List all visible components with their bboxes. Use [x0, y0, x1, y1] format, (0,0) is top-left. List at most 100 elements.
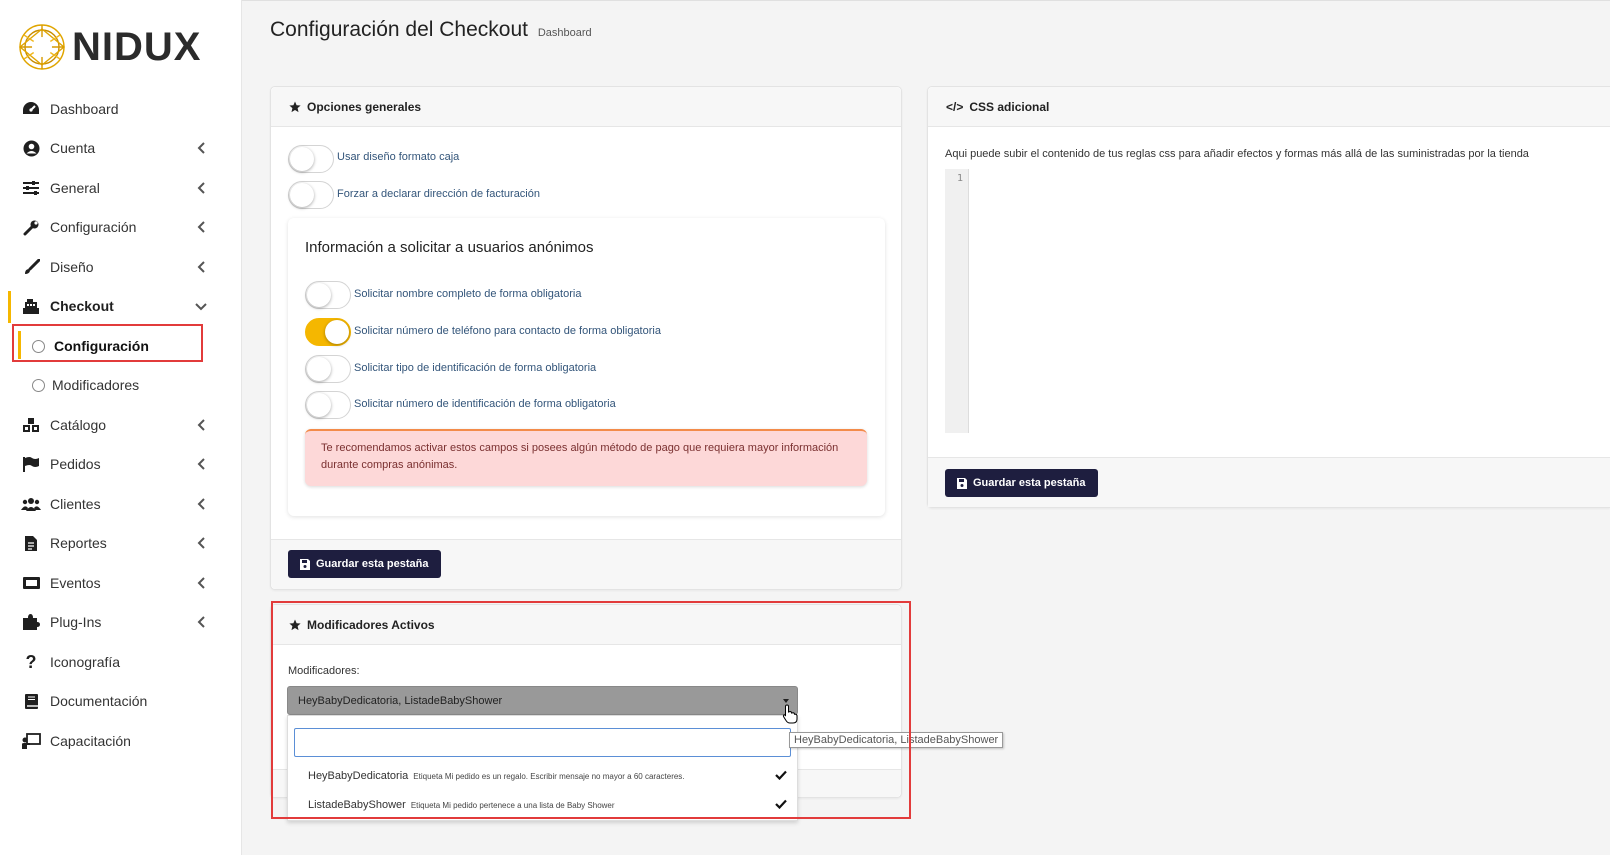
breadcrumb[interactable]: Dashboard: [538, 27, 592, 39]
wrench-icon: [21, 217, 41, 237]
toggle-knob: [307, 393, 331, 417]
css-code-editor[interactable]: 1: [945, 169, 1605, 433]
sidebar-item-label: Capacitación: [50, 733, 131, 749]
card-title: CSS adicional: [969, 99, 1050, 114]
sidebar-item-label: Dashboard: [50, 101, 119, 117]
chevron-left-icon: [197, 458, 205, 470]
line-number: 1: [956, 173, 963, 184]
brand-name: NIDUX: [72, 24, 202, 69]
floppy-disk-icon: [957, 477, 967, 489]
chevron-left-icon: [197, 537, 205, 549]
sidebar-item-label: Configuración: [50, 219, 137, 235]
chevron-left-icon: [197, 498, 205, 510]
sidebar-subitem-modificadores[interactable]: Modificadores: [0, 370, 242, 400]
sidebar-item-plugins[interactable]: Plug-Ins: [0, 607, 242, 637]
toggle-require-id-number[interactable]: [305, 391, 351, 419]
sidebar-item-label: Clientes: [50, 496, 101, 512]
sidebar-item-label: Cuenta: [50, 140, 96, 156]
sidebar-item-label: Diseño: [50, 259, 94, 275]
sliders-icon: [21, 178, 41, 198]
sidebar-item-diseno[interactable]: Diseño: [0, 252, 242, 282]
chevron-left-icon: [197, 577, 205, 589]
sidebar-item-label: Eventos: [50, 575, 101, 591]
sidebar-item-reportes[interactable]: Reportes: [0, 528, 242, 558]
toggle-billing-address[interactable]: [288, 181, 334, 209]
book-icon: [21, 691, 41, 711]
sidebar-item-iconografia[interactable]: ? Iconografía: [0, 647, 242, 677]
circle-icon: [32, 378, 45, 392]
sidebar-item-clientes[interactable]: Clientes: [0, 489, 242, 519]
line-gutter: 1: [945, 169, 969, 433]
chevron-left-icon: [197, 221, 205, 233]
toggle-box-layout[interactable]: [288, 145, 334, 173]
sidebar-item-label: Iconografía: [50, 654, 121, 670]
panel-title: Información a solicitar a usuarios anóni…: [305, 239, 594, 256]
question-icon: ?: [25, 651, 37, 672]
card-footer: Guardar esta pestaña: [928, 457, 1610, 507]
toggle-require-id-type[interactable]: [305, 355, 351, 383]
toggle-knob: [307, 283, 331, 307]
chevron-left-icon: [197, 142, 205, 154]
sidebar-item-label: Catálogo: [50, 417, 107, 433]
cash-register-icon: [21, 296, 41, 316]
user-circle-icon: [21, 138, 41, 158]
save-css-button[interactable]: Guardar esta pestaña: [945, 469, 1098, 497]
css-card: </> CSS adicional Aqui puede subir el co…: [927, 86, 1610, 508]
save-general-button[interactable]: Guardar esta pestaña: [288, 550, 441, 578]
toggle-knob: [307, 357, 331, 381]
nidux-logo-mark-icon: [18, 24, 66, 70]
sidebar-subitem-label: Modificadores: [52, 377, 140, 393]
puzzle-icon: [21, 612, 41, 632]
css-description: Aqui puede subir el contenido de tus reg…: [945, 148, 1529, 160]
flag-icon: [21, 454, 41, 474]
chevron-left-icon: [197, 419, 205, 431]
sidebar-item-eventos[interactable]: Eventos: [0, 568, 242, 598]
page-title: Configuración del Checkout Dashboard: [270, 18, 592, 42]
recommendation-alert: Te recomendamos activar estos campos si …: [305, 429, 867, 486]
dashboard-gauge-icon: [21, 99, 41, 119]
sidebar: NIDUX Dashboard Cuenta General Configura…: [0, 0, 242, 855]
sidebar-item-general[interactable]: General: [0, 173, 242, 203]
highlight-box-configuracion: [12, 324, 203, 362]
anonymous-users-panel: Información a solicitar a usuarios anóni…: [288, 218, 885, 516]
toggle-knob: [290, 183, 314, 207]
chevron-left-icon: [197, 261, 205, 273]
sidebar-item-label: Reportes: [50, 535, 107, 551]
users-icon: [21, 494, 41, 514]
sidebar-item-documentacion[interactable]: Documentación: [0, 686, 242, 716]
code-icon: </>: [946, 99, 964, 114]
chalkboard-icon: [21, 731, 41, 751]
nidux-logo[interactable]: NIDUX: [16, 22, 201, 72]
card-header: </> CSS adicional: [928, 87, 1610, 127]
sidebar-item-label: General: [50, 180, 100, 196]
toggle-label: Solicitar número de teléfono para contac…: [354, 325, 661, 337]
file-icon: [21, 533, 41, 553]
toggle-require-phone[interactable]: [305, 318, 351, 346]
toggle-knob: [290, 147, 314, 171]
floppy-disk-icon: [300, 558, 310, 570]
chevron-left-icon: [197, 616, 205, 628]
brush-icon: [21, 257, 41, 277]
toggle-require-full-name[interactable]: [305, 281, 351, 309]
toggle-label: Solicitar tipo de identificación de form…: [354, 362, 597, 374]
sidebar-item-label: Plug-Ins: [50, 614, 102, 630]
toggle-label: Forzar a declarar dirección de facturaci…: [337, 188, 540, 200]
sidebar-item-catalogo[interactable]: Catálogo: [0, 410, 242, 440]
chevron-down-icon: [195, 303, 207, 311]
sidebar-item-checkout[interactable]: Checkout: [0, 291, 242, 321]
sidebar-item-cuenta[interactable]: Cuenta: [0, 133, 242, 163]
cubes-icon: [21, 415, 41, 435]
card-footer: Guardar esta pestaña: [271, 539, 901, 589]
card-header: Opciones generales: [271, 87, 901, 127]
sidebar-item-dashboard[interactable]: Dashboard: [0, 94, 242, 124]
ticket-icon: [21, 573, 41, 593]
toggle-knob: [325, 320, 349, 344]
button-label: Guardar esta pestaña: [316, 558, 429, 570]
sidebar-item-capacitacion[interactable]: Capacitación: [0, 726, 242, 756]
sidebar-item-label: Documentación: [50, 693, 148, 709]
sidebar-item-configuracion[interactable]: Configuración: [0, 212, 242, 242]
general-options-card: Opciones generales Usar diseño formato c…: [270, 86, 902, 590]
sidebar-item-pedidos[interactable]: Pedidos: [0, 449, 242, 479]
toggle-label: Solicitar número de identificación de fo…: [354, 398, 616, 410]
highlight-box-modifiers: [271, 601, 911, 819]
